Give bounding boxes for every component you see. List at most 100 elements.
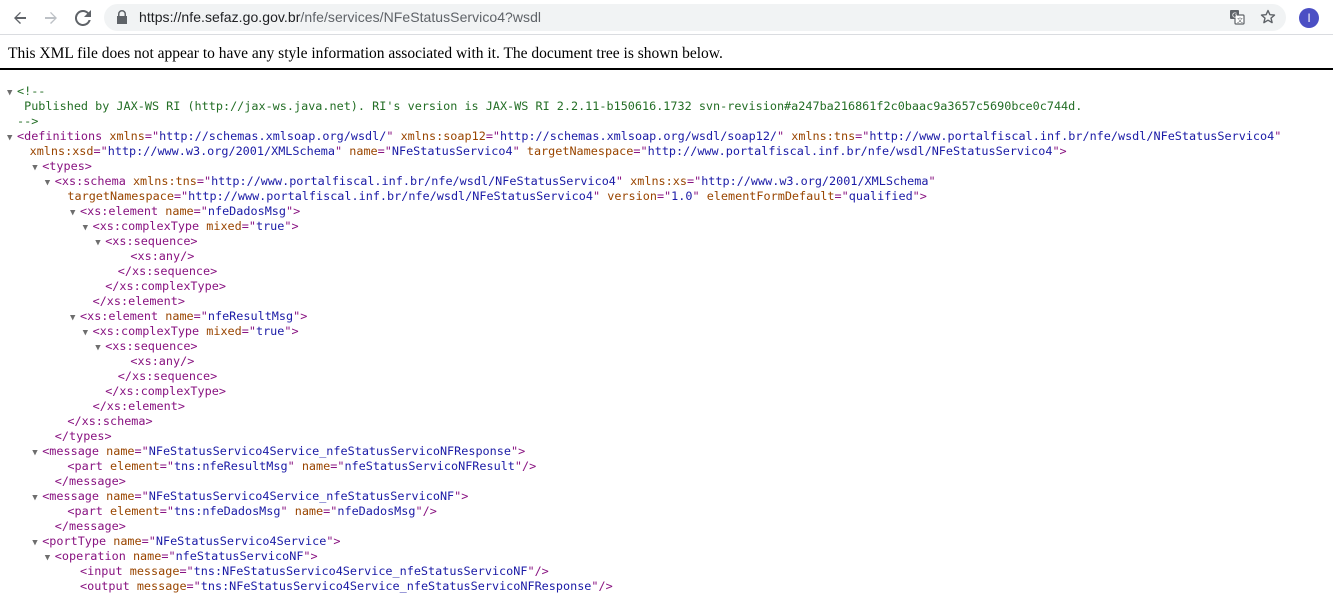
- xml-line: ▼ <xs:element name="nfeResultMsg">: [70, 309, 307, 324]
- collapse-arrow-icon[interactable]: ▼: [70, 206, 80, 221]
- collapse-arrow-icon[interactable]: ▼: [7, 131, 17, 146]
- xml-token: tns:nfeDadosMsg: [173, 504, 281, 518]
- xml-token: "/>: [415, 504, 437, 518]
- xml-token: ": [335, 144, 350, 158]
- xml-token: ": [615, 174, 631, 188]
- xml-token: NFeStatusServico4Service_nfeStatusServic…: [148, 444, 511, 458]
- reload-icon[interactable]: [71, 6, 95, 30]
- address-bar[interactable]: https://nfe.sefaz.go.gov.br/nfe/services…: [104, 4, 1286, 31]
- xml-token: <operation: [54, 549, 133, 563]
- xml-token: xmlns:soap12: [400, 129, 486, 143]
- xml-token: nfeStatusServicoNF: [175, 549, 304, 563]
- xml-token: =": [656, 189, 672, 203]
- xml-token: =": [855, 129, 870, 143]
- collapse-arrow-icon[interactable]: ▼: [45, 551, 55, 566]
- xml-token: <definitions: [17, 129, 110, 143]
- xml-line: <xs:any/>: [120, 354, 194, 369]
- xml-token: =": [144, 129, 160, 143]
- info-message: This XML file does not appear to have an…: [8, 45, 723, 62]
- collapse-arrow-icon[interactable]: ▼: [83, 326, 93, 341]
- xml-token: </message>: [54, 474, 126, 488]
- xml-token: message: [136, 579, 187, 593]
- xml-token: <xs:any/>: [130, 249, 195, 263]
- xml-token: <part: [67, 459, 111, 473]
- xml-token: =": [141, 534, 156, 548]
- forward-arrow-icon[interactable]: [39, 6, 63, 30]
- xml-token: name: [106, 444, 135, 458]
- xml-line: ▼ <!--: [7, 84, 45, 99]
- xml-token: mixed: [206, 324, 242, 338]
- collapse-arrow-icon[interactable]: ▼: [32, 491, 42, 506]
- xml-token: <xs:sequence>: [105, 339, 198, 353]
- xml-line: ▼ <message name="NFeStatusServico4Service…: [32, 444, 525, 459]
- bookmark-star-icon[interactable]: [1260, 9, 1276, 30]
- collapse-arrow-icon[interactable]: ▼: [32, 536, 42, 551]
- xml-token: <message: [42, 444, 107, 458]
- xml-token: =": [633, 144, 648, 158]
- xml-token: ": [386, 129, 401, 143]
- xml-token: =": [93, 144, 108, 158]
- xml-token: http://schemas.xmlsoap.org/wsdl/soap12/: [500, 129, 778, 143]
- xml-line: <input message="tns:NFeStatusServico4Ser…: [70, 564, 549, 579]
- translate-icon[interactable]: G文: [1229, 9, 1245, 30]
- xml-token: NFeStatusServico4Service_nfeStatusServic…: [148, 489, 455, 503]
- xml-token: mixed: [206, 219, 242, 233]
- xml-token: message: [129, 564, 180, 578]
- xml-token: tns:NFeStatusServico4Service_nfeStatusSe…: [193, 564, 528, 578]
- collapse-arrow-icon[interactable]: ▼: [32, 161, 42, 176]
- xml-token: xmlns: [109, 129, 145, 143]
- xml-line: xmlns:xsd="http://www.w3.org/2001/XMLSch…: [20, 144, 1067, 159]
- xml-line: </xs:complexType>: [95, 384, 226, 399]
- xml-token: name: [165, 204, 194, 218]
- xml-token: </xs:complexType>: [105, 384, 226, 398]
- xml-line: </xs:complexType>: [95, 279, 226, 294]
- xml-line: ▼ <types>: [32, 159, 92, 174]
- xml-token: Published by JAX-WS RI (http://jax-ws.ja…: [17, 99, 1083, 113]
- url-text[interactable]: https://nfe.sefaz.go.gov.br/nfe/services…: [139, 9, 541, 25]
- collapse-arrow-icon[interactable]: ▼: [45, 176, 55, 191]
- xml-line: <part element="tns:nfeResultMsg" name="n…: [57, 459, 536, 474]
- xml-token: =": [193, 204, 208, 218]
- xml-token: =": [179, 564, 194, 578]
- xml-token: http://www.w3.org/2001/XMLSchema: [701, 174, 929, 188]
- collapse-arrow-icon[interactable]: ▼: [70, 311, 80, 326]
- lock-icon[interactable]: [116, 10, 128, 29]
- xml-token: ": [512, 144, 527, 158]
- xml-token: <xs:schema: [54, 174, 133, 188]
- collapse-arrow-icon[interactable]: ▼: [83, 221, 93, 236]
- xml-info-banner: This XML file does not appear to have an…: [0, 35, 1333, 70]
- xml-line: ▼ <xs:sequence>: [95, 339, 197, 354]
- xml-token: ": [1274, 129, 1282, 143]
- xml-token: <xs:element: [80, 309, 166, 323]
- xml-token: name: [301, 459, 331, 473]
- xml-token: name: [106, 489, 135, 503]
- xml-token: <output: [80, 579, 137, 593]
- xml-line: </types>: [45, 429, 112, 444]
- xml-line: </message>: [45, 474, 126, 489]
- xml-line: </message>: [45, 519, 126, 534]
- avatar-letter: I: [1307, 11, 1311, 25]
- xml-token: version: [607, 189, 657, 203]
- xml-token: tns:nfeResultMsg: [173, 459, 288, 473]
- xml-token: <xs:complexType: [92, 324, 207, 338]
- xml-token: ": [287, 459, 302, 473]
- xml-line: <output message="tns:NFeStatusServico4Se…: [70, 579, 613, 594]
- xml-token: <xs:complexType: [92, 219, 207, 233]
- xml-line: ▼ <xs:sequence>: [95, 234, 197, 249]
- xml-token: qualified: [848, 189, 913, 203]
- xml-token: "/>: [527, 564, 549, 578]
- xml-token: <part: [67, 504, 111, 518]
- collapse-arrow-icon[interactable]: ▼: [32, 446, 42, 461]
- collapse-arrow-icon[interactable]: ▼: [95, 341, 105, 356]
- xml-token: ">: [303, 549, 318, 563]
- back-arrow-icon[interactable]: [8, 6, 32, 30]
- xml-token: </types>: [54, 429, 112, 443]
- profile-avatar[interactable]: I: [1299, 8, 1319, 28]
- xml-token: =": [134, 489, 149, 503]
- xml-token: =": [159, 459, 174, 473]
- xml-token: ">: [912, 189, 927, 203]
- xml-token: nfeDadosMsg: [337, 504, 416, 518]
- url-host: https://nfe.sefaz.go.gov.br: [139, 9, 301, 25]
- collapse-arrow-icon[interactable]: ▼: [95, 236, 105, 251]
- xml-line: ▼ <xs:schema xmlns:tns="http://www.portal…: [45, 174, 936, 189]
